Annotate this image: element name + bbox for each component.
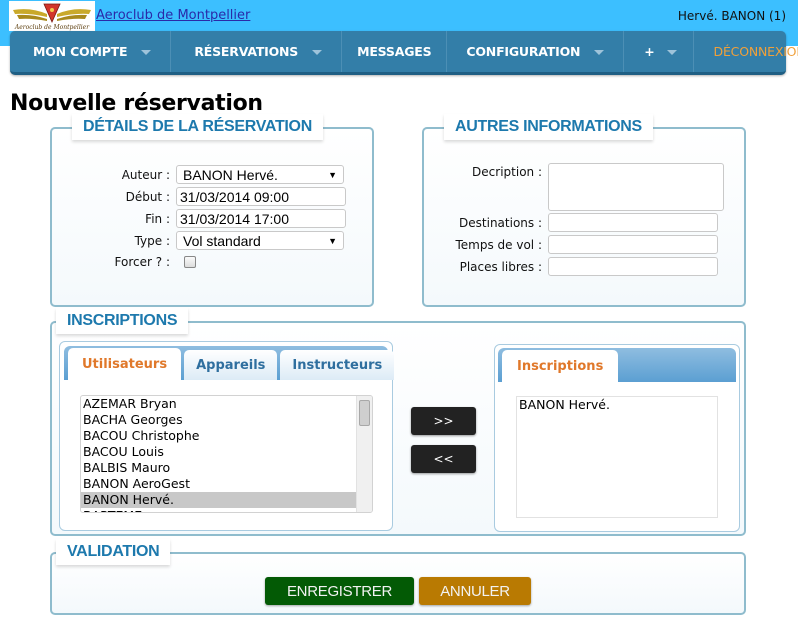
current-user[interactable]: Hervé. BANON (1) xyxy=(678,9,786,23)
page-title: Nouvelle réservation xyxy=(10,91,263,116)
caret-down-icon xyxy=(594,50,605,55)
tab-appareils[interactable]: Appareils xyxy=(184,350,278,380)
club-logo[interactable]: Aeroclub de Montpellier xyxy=(9,1,95,31)
start-datetime-input[interactable]: 31/03/2014 09:00 xyxy=(176,187,346,206)
end-value: 31/03/2014 17:00 xyxy=(180,210,289,227)
caret-down-icon xyxy=(141,50,152,55)
remove-inscription-button[interactable]: << xyxy=(411,445,476,473)
users-list: AZEMAR Bryan BACHA Georges BACOU Christoph… xyxy=(81,396,372,512)
nav-reservations[interactable]: RÉSERVATIONS xyxy=(171,31,343,72)
nav-messages[interactable]: MESSAGES xyxy=(342,31,448,72)
force-checkbox[interactable] xyxy=(184,256,196,268)
user-list-item[interactable]: BANON Hervé. xyxy=(81,492,356,508)
dropdown-arrow-icon: ▼ xyxy=(328,169,337,180)
nav-configuration[interactable]: CONFIGURATION xyxy=(447,31,625,72)
details-fieldset: DÉTAILS DE LA RÉSERVATION Auteur : BANON… xyxy=(50,114,374,307)
tab-inscriptions[interactable]: Inscriptions xyxy=(502,350,619,382)
start-label: Début : xyxy=(125,189,170,204)
flight-time-input[interactable] xyxy=(548,235,718,254)
main-nav: MON COMPTE RÉSERVATIONS MESSAGES CONFIGU… xyxy=(10,31,798,75)
tab-utilisateurs[interactable]: Utilisateurs xyxy=(68,348,182,380)
user-list-item[interactable]: BARTEME xyxy=(81,508,356,512)
winged-shield-icon: Aeroclub de Montpellier xyxy=(13,3,91,31)
description-label: Decription : xyxy=(472,165,542,179)
author-select[interactable]: BANON Hervé. ▼ xyxy=(176,165,344,184)
inscriptions-tab-panel: Inscriptions BANON Hervé. xyxy=(494,344,740,532)
other-info-fieldset: AUTRES INFORMATIONS Decription : Destina… xyxy=(422,114,746,307)
listbox-scrollbar[interactable] xyxy=(356,396,372,512)
type-label: Type : xyxy=(134,233,170,248)
author-label: Auteur : xyxy=(121,167,170,182)
dropdown-arrow-icon: ▼ xyxy=(328,235,337,246)
logout-link[interactable]: DÉCONNEXION xyxy=(694,31,798,72)
cancel-button[interactable]: ANNULER xyxy=(419,577,531,605)
save-button[interactable]: ENREGISTRER xyxy=(265,577,414,605)
user-list-item[interactable]: BALBIS Mauro xyxy=(81,460,356,476)
destinations-label: Destinations : xyxy=(459,215,542,230)
flight-time-label: Temps de vol : xyxy=(455,237,543,252)
tab-instructeurs[interactable]: Instructeurs xyxy=(280,350,395,380)
scrollbar-thumb[interactable] xyxy=(359,400,370,426)
user-list-item[interactable]: AZEMAR Bryan xyxy=(81,396,356,412)
details-legend: DÉTAILS DE LA RÉSERVATION xyxy=(72,114,323,140)
nav-mon-compte[interactable]: MON COMPTE xyxy=(10,31,172,72)
nav-label: CONFIGURATION xyxy=(466,44,581,59)
force-label: Forcer ? : xyxy=(114,255,170,269)
nav-label: + xyxy=(644,44,655,59)
source-tab-panel: Utilisateurs Appareils Instructeurs AZEM… xyxy=(59,341,395,531)
nav-label: MESSAGES xyxy=(357,44,432,59)
user-list-item[interactable]: BANON AeroGest xyxy=(81,476,356,492)
site-home-link[interactable]: Aeroclub de Montpellier xyxy=(96,8,250,23)
nav-label: RÉSERVATIONS xyxy=(194,44,299,59)
nav-label: MON COMPTE xyxy=(33,44,128,59)
caret-down-icon xyxy=(666,50,677,55)
svg-text:Aeroclub de Montpellier: Aeroclub de Montpellier xyxy=(14,24,90,31)
add-inscription-button[interactable]: >> xyxy=(411,407,476,435)
type-select[interactable]: Vol standard ▼ xyxy=(176,231,344,250)
registered-listbox[interactable]: BANON Hervé. xyxy=(516,396,718,518)
tab-strip: Utilisateurs Appareils Instructeurs xyxy=(64,346,395,380)
type-value: Vol standard xyxy=(183,232,261,249)
validation-legend: VALIDATION xyxy=(56,539,171,565)
end-label: Fin : xyxy=(145,211,170,226)
nav-more[interactable]: + xyxy=(624,31,694,72)
inscriptions-legend: INSCRIPTIONS xyxy=(56,308,189,334)
users-listbox[interactable]: AZEMAR Bryan BACHA Georges BACOU Christoph… xyxy=(80,395,373,513)
free-seats-input[interactable] xyxy=(548,257,718,276)
free-seats-label: Places libres : xyxy=(459,259,542,274)
caret-down-icon xyxy=(312,50,323,55)
registered-list: BANON Hervé. xyxy=(517,397,717,413)
start-value: 31/03/2014 09:00 xyxy=(180,188,289,205)
user-list-item[interactable]: BACOU Christophe xyxy=(81,428,356,444)
user-list-item[interactable]: BACOU Louis xyxy=(81,444,356,460)
end-datetime-input[interactable]: 31/03/2014 17:00 xyxy=(176,209,346,228)
destinations-input[interactable] xyxy=(548,213,718,232)
tab-strip: Inscriptions xyxy=(498,348,736,382)
other-info-legend: AUTRES INFORMATIONS xyxy=(444,114,653,140)
description-textarea[interactable] xyxy=(548,163,724,211)
registered-list-item[interactable]: BANON Hervé. xyxy=(517,397,717,413)
user-list-item[interactable]: BACHA Georges xyxy=(81,412,356,428)
author-value: BANON Hervé. xyxy=(183,166,278,183)
inscriptions-fieldset: INSCRIPTIONS Utilisateurs Appareils Inst… xyxy=(50,308,746,536)
validation-fieldset: VALIDATION ENREGISTRER ANNULER xyxy=(50,539,746,615)
